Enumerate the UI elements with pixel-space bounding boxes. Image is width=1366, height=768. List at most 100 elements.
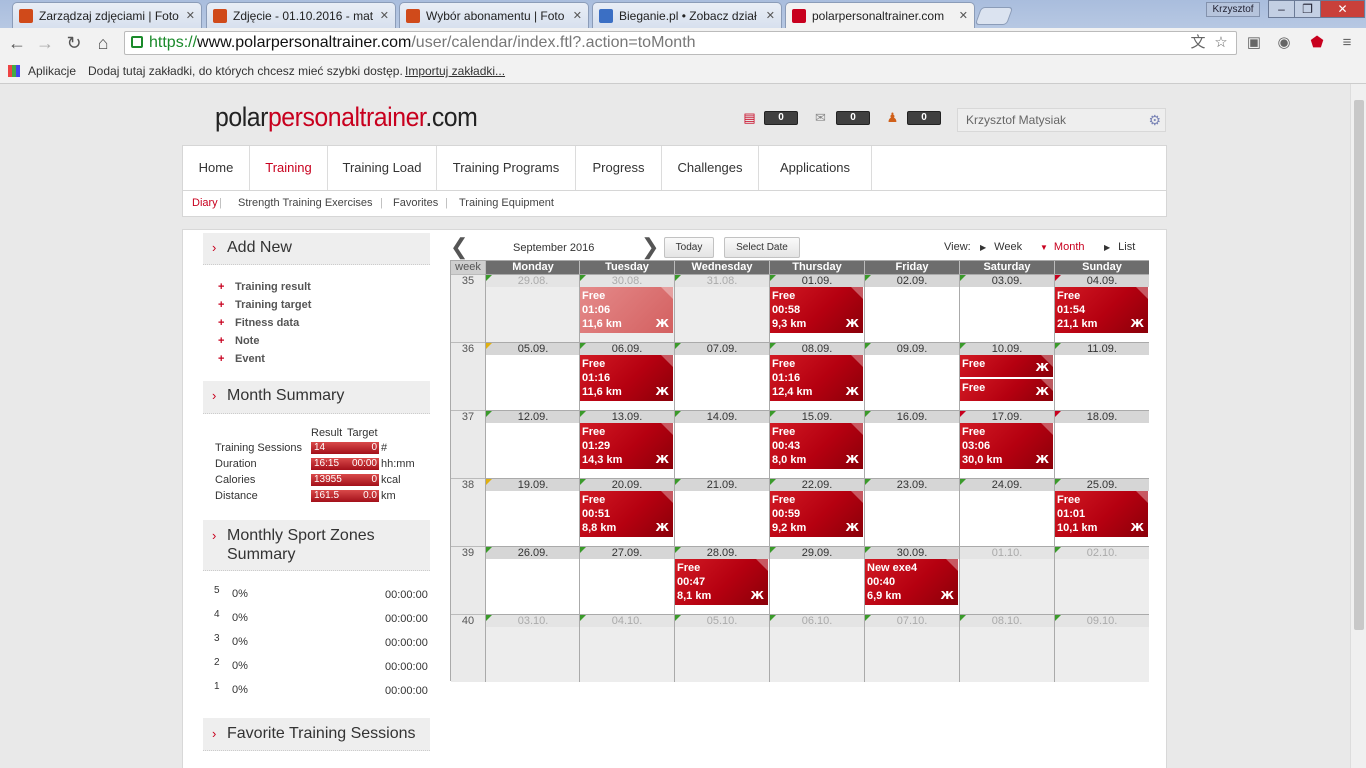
- day-date[interactable]: 30.09.: [865, 547, 959, 559]
- day-date[interactable]: 23.09.: [865, 479, 959, 491]
- calendar-day-cell[interactable]: 19.09.: [485, 478, 580, 546]
- nav-applications[interactable]: Applications: [759, 146, 872, 191]
- training-event[interactable]: Free Ж: [960, 379, 1053, 401]
- calendar-day-cell[interactable]: 04.10.: [579, 614, 674, 682]
- day-date[interactable]: 18.09.: [1055, 411, 1149, 423]
- day-date[interactable]: 03.10.: [486, 615, 580, 627]
- select-date-button[interactable]: Select Date: [724, 237, 800, 258]
- friends-counter[interactable]: 0: [907, 111, 941, 125]
- calendar-day-cell[interactable]: 26.09.: [485, 546, 580, 614]
- nav-challenges[interactable]: Challenges: [662, 146, 759, 191]
- day-date[interactable]: 30.08.: [580, 275, 674, 287]
- calendar-day-cell[interactable]: 14.09.: [674, 410, 769, 478]
- messages-counter[interactable]: 0: [836, 111, 870, 125]
- calendar-day-cell[interactable]: 27.09.: [579, 546, 674, 614]
- day-date[interactable]: 07.09.: [675, 343, 769, 355]
- address-bar[interactable]: https://www.polarpersonaltrainer.com/use…: [124, 31, 1237, 55]
- calendar-day-cell[interactable]: 01.10.: [959, 546, 1054, 614]
- minimize-icon[interactable]: –: [1268, 0, 1295, 18]
- calendar-day-cell[interactable]: 21.09.: [674, 478, 769, 546]
- apps-icon[interactable]: [8, 65, 20, 77]
- close-window-icon[interactable]: ✕: [1320, 0, 1365, 18]
- extension-icon-2[interactable]: ◉: [1274, 33, 1294, 53]
- forward-icon[interactable]: →: [34, 32, 56, 54]
- day-date[interactable]: 02.10.: [1055, 547, 1149, 559]
- day-date[interactable]: 01.09.: [770, 275, 864, 287]
- training-event[interactable]: Free 00:47 8,1 km Ж: [675, 559, 768, 605]
- training-event[interactable]: Free 03:06 30,0 km Ж: [960, 423, 1053, 469]
- calendar-day-cell[interactable]: 29.09.: [769, 546, 864, 614]
- nav-training-load[interactable]: Training Load: [328, 146, 437, 191]
- day-date[interactable]: 12.09.: [486, 411, 580, 423]
- training-event[interactable]: Free 00:59 9,2 km Ж: [770, 491, 863, 537]
- subnav-diary[interactable]: Diary: [192, 191, 218, 216]
- restore-icon[interactable]: ❐: [1294, 0, 1321, 18]
- training-event[interactable]: New exe4 00:40 6,9 km Ж: [865, 559, 958, 605]
- day-date[interactable]: 27.09.: [580, 547, 674, 559]
- nav-training[interactable]: Training: [250, 146, 328, 191]
- day-date[interactable]: 25.09.: [1055, 479, 1149, 491]
- calendar-day-cell[interactable]: 05.09.: [485, 342, 580, 410]
- nav-progress[interactable]: Progress: [576, 146, 662, 191]
- calendar-day-cell[interactable]: 05.10.: [674, 614, 769, 682]
- vertical-scrollbar[interactable]: [1350, 84, 1366, 768]
- gear-icon[interactable]: ⚙: [1148, 112, 1161, 128]
- reload-icon[interactable]: ↻: [63, 32, 85, 54]
- browser-tab[interactable]: Zdjęcie - 01.10.2016 - mat ✕: [206, 2, 396, 28]
- apps-label[interactable]: Aplikacje: [28, 58, 76, 84]
- training-event[interactable]: Free 00:43 8,0 km Ж: [770, 423, 863, 469]
- add-event-link[interactable]: + Event: [218, 353, 265, 365]
- day-date[interactable]: 22.09.: [770, 479, 864, 491]
- add-note-link[interactable]: + Note: [218, 335, 259, 347]
- calendar-day-cell[interactable]: 08.10.: [959, 614, 1054, 682]
- training-event[interactable]: Free 01:16 12,4 km Ж: [770, 355, 863, 401]
- close-tab-icon[interactable]: ✕: [186, 9, 195, 22]
- day-date[interactable]: 19.09.: [486, 479, 580, 491]
- day-date[interactable]: 29.09.: [770, 547, 864, 559]
- extension-icon-3[interactable]: ⬟: [1307, 33, 1327, 53]
- day-date[interactable]: 31.08.: [675, 275, 769, 287]
- day-date[interactable]: 21.09.: [675, 479, 769, 491]
- calendar-day-cell[interactable]: 23.09.: [864, 478, 959, 546]
- calendar-day-cell[interactable]: 03.10.: [485, 614, 580, 682]
- close-tab-icon[interactable]: ✕: [766, 9, 775, 22]
- user-menu[interactable]: Krzysztof Matysiak ⚙: [957, 108, 1166, 132]
- day-date[interactable]: 08.10.: [960, 615, 1054, 627]
- calendar-day-cell[interactable]: 03.09.: [959, 274, 1054, 342]
- day-date[interactable]: 28.09.: [675, 547, 769, 559]
- scrollbar-thumb[interactable]: [1354, 100, 1364, 630]
- day-date[interactable]: 17.09.: [960, 411, 1054, 423]
- browser-tab[interactable]: Zarządzaj zdjęciami | Foto ✕: [12, 2, 202, 28]
- close-tab-icon[interactable]: ✕: [380, 9, 389, 22]
- add-training-result-link[interactable]: + Training result: [218, 281, 311, 293]
- calendar-day-cell[interactable]: 09.10.: [1054, 614, 1149, 682]
- calendar-day-cell[interactable]: 12.09.: [485, 410, 580, 478]
- subnav-training-equipment[interactable]: Training Equipment: [459, 191, 554, 216]
- day-date[interactable]: 13.09.: [580, 411, 674, 423]
- notes-counter[interactable]: 0: [764, 111, 798, 125]
- day-date[interactable]: 29.08.: [486, 275, 580, 287]
- calendar-day-cell[interactable]: 06.10.: [769, 614, 864, 682]
- close-tab-icon[interactable]: ✕: [573, 9, 582, 22]
- import-bookmarks-link[interactable]: Importuj zakładki...: [405, 58, 505, 84]
- day-date[interactable]: 09.09.: [865, 343, 959, 355]
- calendar-day-cell[interactable]: 31.08.: [674, 274, 769, 342]
- home-icon[interactable]: ⌂: [92, 32, 114, 54]
- calendar-day-cell[interactable]: 24.09.: [959, 478, 1054, 546]
- day-date[interactable]: 06.09.: [580, 343, 674, 355]
- day-date[interactable]: 02.09.: [865, 275, 959, 287]
- menu-icon[interactable]: ≡: [1337, 33, 1357, 53]
- close-tab-icon[interactable]: ✕: [959, 9, 968, 22]
- browser-tab[interactable]: Bieganie.pl • Zobacz dział ✕: [592, 2, 782, 28]
- day-date[interactable]: 08.09.: [770, 343, 864, 355]
- window-user-badge[interactable]: Krzysztof: [1206, 2, 1260, 17]
- calendar-day-cell[interactable]: 11.09.: [1054, 342, 1149, 410]
- training-event[interactable]: Free 01:01 10,1 km Ж: [1055, 491, 1148, 537]
- training-event[interactable]: Free 01:06 11,6 km Ж: [580, 287, 673, 333]
- training-event[interactable]: Free 01:54 21,1 km Ж: [1055, 287, 1148, 333]
- training-event[interactable]: Free 00:51 8,8 km Ж: [580, 491, 673, 537]
- nav-home[interactable]: Home: [183, 146, 250, 191]
- day-date[interactable]: 01.10.: [960, 547, 1054, 559]
- calendar-day-cell[interactable]: 18.09.: [1054, 410, 1149, 478]
- calendar-day-cell[interactable]: 02.09.: [864, 274, 959, 342]
